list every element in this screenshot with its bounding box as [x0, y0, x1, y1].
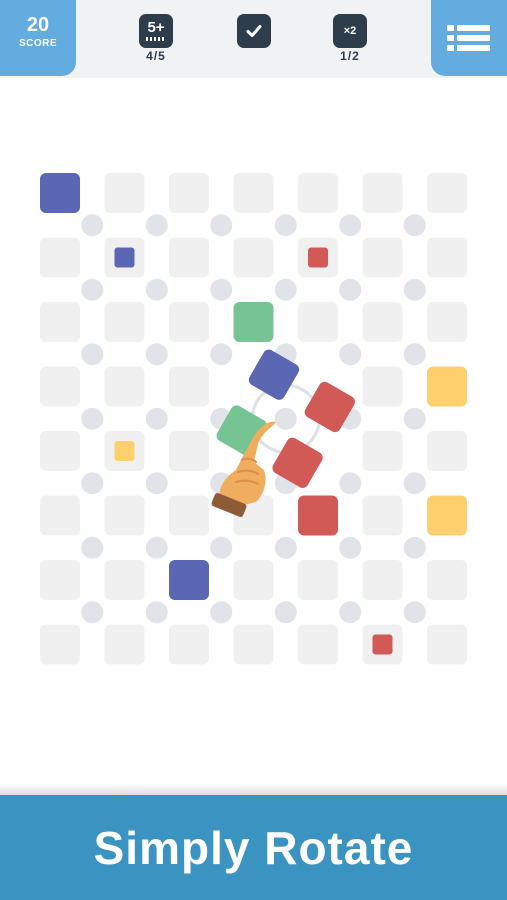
empty-cell[interactable] — [362, 173, 403, 213]
footer-title: Simply Rotate — [93, 821, 414, 874]
pivot-dot[interactable] — [145, 601, 168, 624]
tile-yellow-large[interactable] — [427, 366, 467, 407]
pivot-dot[interactable] — [145, 278, 168, 301]
pivot-dot[interactable] — [403, 601, 426, 624]
empty-cell[interactable] — [40, 302, 80, 342]
empty-cell[interactable] — [169, 237, 209, 278]
pivot-dot[interactable] — [145, 214, 168, 237]
empty-cell[interactable] — [427, 624, 467, 665]
empty-cell[interactable] — [427, 560, 467, 600]
pivot-dot[interactable] — [81, 536, 104, 559]
pivot-dot[interactable] — [274, 278, 297, 301]
empty-cell[interactable] — [362, 560, 403, 600]
pivot-dot[interactable] — [145, 472, 168, 495]
pivot-dot[interactable] — [403, 343, 426, 366]
empty-cell[interactable] — [40, 431, 80, 471]
empty-cell[interactable] — [104, 624, 145, 665]
tile-green-large[interactable] — [233, 302, 274, 342]
pivot-dot[interactable] — [210, 536, 233, 559]
pivot-dot[interactable] — [210, 343, 233, 366]
pivot-dot[interactable] — [339, 472, 362, 495]
empty-cell[interactable] — [233, 237, 274, 278]
empty-cell[interactable] — [298, 302, 338, 342]
tile-yellow-small[interactable] — [114, 441, 135, 461]
empty-cell[interactable] — [298, 173, 338, 213]
pivot-dot[interactable] — [81, 601, 104, 624]
empty-cell[interactable] — [169, 366, 209, 407]
empty-cell[interactable] — [233, 173, 274, 213]
pivot-dot[interactable] — [210, 601, 233, 624]
empty-cell[interactable] — [233, 560, 274, 600]
empty-cell[interactable] — [362, 431, 403, 471]
empty-cell[interactable] — [40, 624, 80, 665]
pivot-dot[interactable] — [403, 472, 426, 495]
empty-cell[interactable] — [427, 431, 467, 471]
pivot-dot[interactable] — [81, 407, 104, 430]
empty-cell[interactable] — [40, 495, 80, 536]
empty-cell[interactable] — [169, 302, 209, 342]
pivot-dot[interactable] — [403, 214, 426, 237]
pivot-dot[interactable] — [81, 214, 104, 237]
pivot-dot[interactable] — [403, 278, 426, 301]
empty-cell[interactable] — [298, 624, 338, 665]
empty-cell[interactable] — [169, 495, 209, 536]
pivot-dot[interactable] — [274, 536, 297, 559]
tile-red-small[interactable] — [372, 634, 393, 655]
pivot-dot[interactable] — [339, 214, 362, 237]
pivot-dot[interactable] — [274, 407, 297, 430]
empty-cell[interactable] — [104, 302, 145, 342]
pivot-dot[interactable] — [339, 343, 362, 366]
pivot-dot[interactable] — [339, 536, 362, 559]
tile-blue-small[interactable] — [114, 247, 135, 268]
empty-cell[interactable] — [427, 173, 467, 213]
tile-yellow-large[interactable] — [427, 495, 467, 536]
pivot-dot[interactable] — [145, 343, 168, 366]
pivot-dot[interactable] — [81, 343, 104, 366]
empty-cell[interactable] — [362, 237, 403, 278]
pivot-dot[interactable] — [210, 278, 233, 301]
pivot-dot[interactable] — [339, 278, 362, 301]
empty-cell[interactable] — [362, 302, 403, 342]
empty-cell[interactable] — [362, 495, 403, 536]
empty-cell[interactable] — [40, 366, 80, 407]
pivot-dot[interactable] — [403, 407, 426, 430]
footer-banner: Simply Rotate — [0, 795, 507, 900]
pivot-dot[interactable] — [403, 536, 426, 559]
pivot-dot[interactable] — [81, 278, 104, 301]
empty-cell[interactable] — [104, 173, 145, 213]
pivot-dot[interactable] — [210, 214, 233, 237]
empty-cell[interactable] — [40, 560, 80, 600]
empty-cell[interactable] — [169, 173, 209, 213]
empty-cell[interactable] — [233, 624, 274, 665]
pivot-dot[interactable] — [274, 601, 297, 624]
empty-cell[interactable] — [169, 624, 209, 665]
tile-red-large[interactable] — [298, 495, 338, 536]
tile-blue-large[interactable] — [169, 560, 209, 600]
pivot-dot[interactable] — [339, 601, 362, 624]
pivot-dot[interactable] — [81, 472, 104, 495]
pivot-dot[interactable] — [274, 214, 297, 237]
empty-cell[interactable] — [104, 495, 145, 536]
game-board[interactable] — [0, 0, 507, 790]
empty-cell[interactable] — [362, 366, 403, 407]
empty-cell[interactable] — [298, 560, 338, 600]
empty-cell[interactable] — [104, 366, 145, 407]
empty-cell[interactable] — [169, 431, 209, 471]
empty-cell[interactable] — [104, 560, 145, 600]
empty-cell[interactable] — [40, 237, 80, 278]
empty-cell[interactable] — [427, 302, 467, 342]
tile-red-small[interactable] — [308, 247, 328, 268]
tile-blue-large[interactable] — [40, 173, 80, 213]
pivot-dot[interactable] — [145, 407, 168, 430]
empty-cell[interactable] — [427, 237, 467, 278]
pivot-dot[interactable] — [145, 536, 168, 559]
